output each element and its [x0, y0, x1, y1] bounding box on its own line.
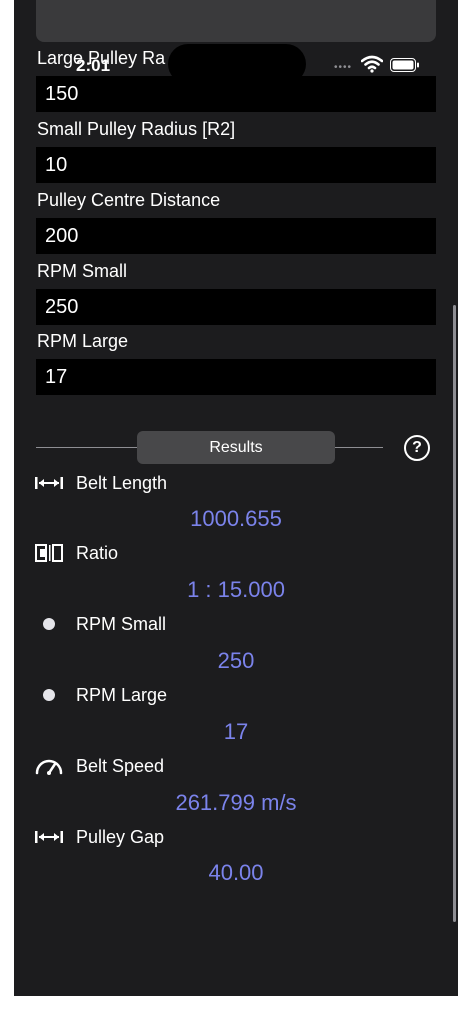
divider-right — [335, 447, 383, 448]
divider-left — [36, 447, 137, 448]
ratio-value: 1 : 15.000 — [187, 577, 285, 602]
pulley-gap-label: Pulley Gap — [76, 827, 165, 847]
rpm-small-result-label: RPM Small — [76, 614, 167, 634]
belt-length-value: 1000.655 — [190, 506, 282, 531]
rpm-small-result-value: 250 — [217, 648, 255, 673]
help-icon[interactable]: ? — [404, 435, 430, 461]
width-arrows-icon — [35, 831, 63, 843]
belt-speed-label: Belt Speed — [76, 756, 165, 776]
status-time: 2:01 — [76, 56, 111, 75]
pulley-gap-value: 40.00 — [208, 860, 264, 885]
belt-speed-value: 261.799 m/s — [175, 790, 297, 815]
app-screen: Large Pulley Ra 150 Small Pulley Radius … — [14, 0, 458, 996]
scrollbar[interactable] — [453, 305, 456, 922]
belt-length-label: Belt Length — [76, 473, 168, 493]
rpm-small-input[interactable]: 250 — [36, 289, 436, 325]
rpm-large-result-value: 17 — [223, 719, 249, 744]
small-pulley-radius-label: Small Pulley Radius [R2] — [37, 119, 236, 139]
pulley-centre-distance-input[interactable]: 200 — [36, 218, 436, 254]
pulley-centre-distance-label: Pulley Centre Distance — [37, 190, 221, 210]
wifi-icon — [361, 55, 383, 73]
width-arrows-icon — [35, 477, 63, 489]
speedometer-icon — [35, 759, 63, 775]
small-pulley-radius-input[interactable]: 10 — [36, 147, 436, 183]
ratio-icon — [35, 544, 63, 562]
dynamic-island — [168, 44, 306, 84]
ratio-label: Ratio — [76, 543, 119, 563]
rpm-large-label: RPM Large — [37, 331, 129, 351]
top-bar — [36, 0, 436, 42]
results-tab[interactable]: Results — [137, 431, 335, 464]
rpm-large-input[interactable]: 17 — [36, 359, 436, 395]
rpm-small-label: RPM Small — [37, 261, 128, 281]
signal-dots-icon: •••• — [334, 62, 353, 73]
rpm-large-result-label: RPM Large — [76, 685, 168, 705]
dot-icon — [43, 689, 55, 701]
battery-icon — [390, 58, 419, 72]
dot-icon — [43, 618, 55, 630]
